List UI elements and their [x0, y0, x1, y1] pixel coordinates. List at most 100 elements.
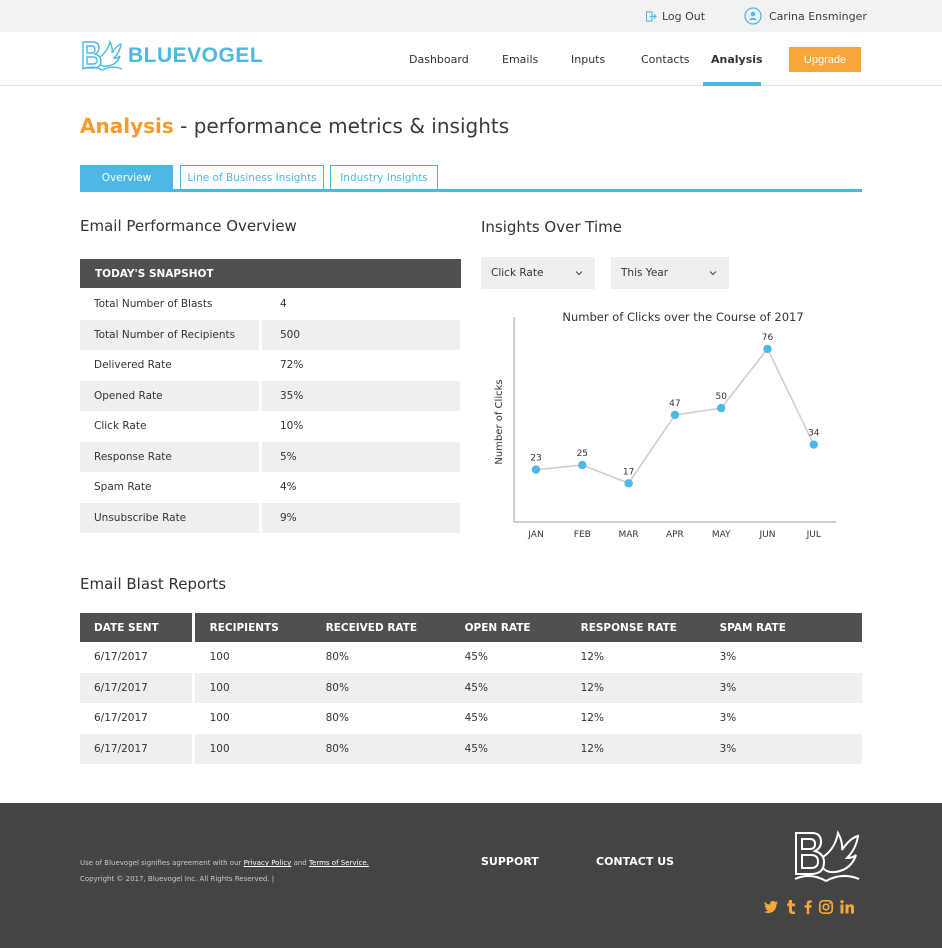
snapshot-row: Unsubscribe Rate 9%: [80, 502, 461, 533]
contact-us-link[interactable]: CONTACT US: [596, 855, 674, 868]
page-title-rest: - performance metrics & insights: [173, 114, 510, 138]
brand-logo[interactable]: BLUEVOGEL: [80, 39, 263, 73]
snapshot-value: 4%: [280, 481, 297, 494]
data-point: [578, 460, 587, 470]
insights-heading: Insights Over Time: [481, 218, 622, 236]
snapshot-label: Click Rate: [94, 420, 147, 433]
metric-select-value: Click Rate: [491, 267, 544, 279]
table-cell: 100: [209, 681, 230, 694]
snapshot-label: Total Number of Blasts: [94, 298, 213, 311]
twitter-icon[interactable]: [763, 899, 779, 915]
snapshot-value: 72%: [280, 359, 304, 372]
instagram-icon[interactable]: [818, 899, 834, 915]
y-axis-label: Number of Clicks: [494, 379, 505, 464]
row-cell-group: RECIPIENTS RECEIVED RATE OPEN RATE RESPONSE…: [194, 613, 862, 642]
column-header: DATE SENT: [80, 613, 192, 642]
bird-logo-icon: [81, 39, 123, 71]
x-tick-label: JUN: [759, 530, 776, 540]
nav-emails[interactable]: Emails: [502, 53, 538, 66]
support-link[interactable]: SUPPORT: [481, 855, 539, 868]
nav-analysis[interactable]: Analysis: [711, 53, 763, 66]
terms-link[interactable]: Terms of Service.: [309, 859, 369, 867]
copyright: Copyright © 2017, Bluevogel Inc. All Rig…: [80, 875, 275, 883]
snapshot-row: Response Rate 5%: [80, 441, 461, 472]
table-row[interactable]: 6/17/2017 100 80% 45% 12% 3%: [80, 672, 862, 703]
nav-contacts[interactable]: Contacts: [641, 53, 690, 66]
tab-overview[interactable]: Overview: [80, 165, 173, 191]
chart-title: Number of Clicks over the Course of 2017: [562, 310, 803, 324]
column-header: RECIPIENTS: [209, 621, 279, 634]
x-tick-label: FEB: [574, 530, 591, 540]
chevron-down-icon: [575, 271, 583, 276]
snapshot-value: 5%: [262, 441, 460, 472]
page-title-accent: Analysis: [80, 114, 174, 138]
period-select-value: This Year: [621, 267, 669, 279]
snapshot-row: Total Number of Blasts 4: [80, 289, 461, 320]
period-select[interactable]: This Year: [611, 257, 729, 289]
clicks-line-chart: Number of Clicks over the Course of 2017…: [494, 310, 836, 540]
privacy-policy-link[interactable]: Privacy Policy: [244, 859, 292, 867]
tumblr-icon[interactable]: [783, 899, 799, 915]
snapshot-row: Total Number of Recipients 500: [80, 319, 461, 350]
tab-industry-insights[interactable]: Industry Insights: [330, 165, 438, 191]
table-cell: 45%: [464, 681, 488, 694]
table-cell: 6/17/2017: [94, 651, 148, 664]
table-cell: 12%: [580, 742, 604, 755]
reports-table: DATE SENT RECIPIENTS RECEIVED RATE OPEN RAT…: [80, 613, 862, 764]
table-row[interactable]: 6/17/2017 100 80% 45% 12% 3%: [80, 703, 862, 734]
footer-logo-icon: [794, 830, 860, 883]
data-point: [624, 479, 633, 488]
linkedin-icon[interactable]: [839, 899, 855, 915]
table-cell: 12%: [580, 651, 604, 664]
footer: Use of Bluevogel signifies agreement wit…: [0, 803, 942, 948]
row-cell-group: 100 80% 45% 12% 3%: [194, 672, 862, 703]
snapshot-label: Response Rate: [80, 441, 259, 472]
metric-select[interactable]: Click Rate: [481, 257, 595, 289]
table-row[interactable]: 6/17/2017 100 80% 45% 12% 3%: [80, 733, 862, 764]
snapshot-value: 35%: [262, 380, 460, 411]
facebook-icon[interactable]: [800, 899, 816, 915]
column-header: OPEN RATE: [464, 621, 531, 634]
user-avatar-icon: [744, 7, 762, 25]
logout-label: Log Out: [662, 10, 706, 23]
data-point: [531, 465, 541, 474]
data-label: 47: [669, 399, 680, 409]
column-header: RESPONSE RATE: [580, 621, 677, 634]
logout-icon: [646, 11, 657, 22]
table-cell: 100: [209, 742, 230, 755]
data-label: 34: [808, 429, 820, 439]
data-label: 76: [762, 333, 774, 343]
table-cell: 3%: [719, 712, 737, 725]
snapshot-value: 4: [280, 298, 287, 311]
upgrade-button[interactable]: Upgrade: [789, 47, 861, 72]
table-cell: 6/17/2017: [94, 712, 148, 725]
snapshot-label: Unsubscribe Rate: [80, 502, 259, 533]
table-cell: 100: [209, 712, 230, 725]
snapshot-table: Total Number of Blasts 4 Total Number of R…: [80, 289, 461, 533]
user-menu[interactable]: Carina Ensminger: [744, 7, 867, 25]
snapshot-header: TODAY'S SNAPSHOT: [80, 259, 461, 288]
x-tick-label: JAN: [527, 530, 543, 540]
data-point: [717, 403, 726, 413]
column-header: SPAM RATE: [719, 621, 786, 634]
data-point: [670, 410, 680, 420]
snapshot-row: Spam Rate 4%: [80, 472, 461, 503]
table-cell: 12%: [580, 712, 604, 725]
snapshot-row: Click Rate 10%: [80, 411, 461, 442]
nav-dashboard[interactable]: Dashboard: [409, 53, 469, 66]
snapshot-row: Delivered Rate 72%: [80, 350, 461, 381]
table-cell: 45%: [464, 712, 488, 725]
data-label: 17: [623, 467, 634, 477]
table-row[interactable]: 6/17/2017 100 80% 45% 12% 3%: [80, 642, 862, 673]
table-cell: 80%: [325, 651, 349, 664]
logout-link[interactable]: Log Out: [646, 10, 705, 23]
legal-prefix: Use of Bluevogel signifies agreement wit…: [80, 859, 244, 867]
snapshot-row: Opened Rate 35%: [80, 380, 461, 411]
user-name: Carina Ensminger: [769, 9, 867, 23]
tab-line-of-business[interactable]: Line of Business Insights: [180, 165, 324, 191]
reports-heading: Email Blast Reports: [80, 575, 227, 593]
row-cell-group: 100 80% 45% 12% 3%: [194, 733, 862, 764]
nav-inputs[interactable]: Inputs: [571, 53, 605, 66]
row-cell-group: 100 80% 45% 12% 3%: [195, 703, 862, 734]
active-nav-indicator: [703, 82, 761, 86]
